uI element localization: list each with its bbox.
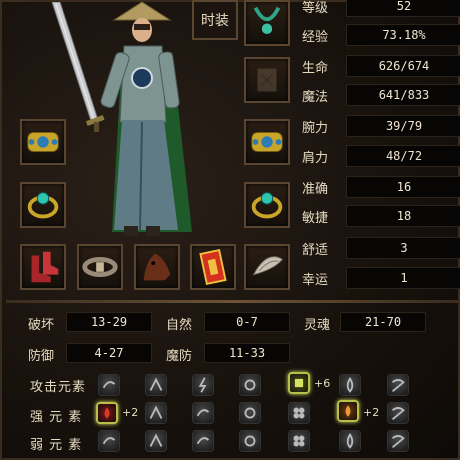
attr-label-magic-defense: 魔防 xyxy=(166,349,193,364)
stat-label: 等级 xyxy=(302,0,329,16)
slot-shell[interactable] xyxy=(244,244,290,290)
attack-element-bonus: +6 xyxy=(314,377,331,390)
earth-element-icon[interactable] xyxy=(337,400,359,422)
wind-element-icon[interactable] xyxy=(192,402,214,424)
attack-element-label: 攻击元素 xyxy=(30,380,87,395)
stat-label: 魔法 xyxy=(302,89,329,105)
stat-shoulder: 肩力 48/72 xyxy=(302,145,460,167)
character-portrait xyxy=(42,1,202,242)
attr-value-soul: 21-70 xyxy=(340,312,426,332)
slot-necklace[interactable] xyxy=(244,0,290,46)
stat-value: 3 xyxy=(346,237,460,259)
fire-element-icon[interactable] xyxy=(96,402,118,424)
strong-element-bonus-fire: +2 xyxy=(122,406,139,419)
water-element-icon[interactable] xyxy=(387,402,409,424)
clover-element-icon[interactable] xyxy=(288,430,310,452)
stat-experience: 经验 73.18% xyxy=(302,24,460,46)
stat-label: 生命 xyxy=(302,60,329,76)
stat-mana: 魔法 641/833 xyxy=(302,84,460,106)
weak-element-label: 弱 元 素 xyxy=(30,438,83,453)
water-element-icon[interactable] xyxy=(387,374,409,396)
stat-luck: 幸运 1 xyxy=(302,267,460,289)
attr-label-destroy: 破坏 xyxy=(28,318,55,333)
flame-element-icon[interactable] xyxy=(339,374,361,396)
stat-label: 腕力 xyxy=(302,120,329,136)
stat-label: 经验 xyxy=(302,29,329,45)
mountain-element-icon[interactable] xyxy=(145,374,167,396)
stat-label: 舒适 xyxy=(302,242,329,258)
attr-value-destroy: 13-29 xyxy=(66,312,152,332)
clover-element-icon[interactable] xyxy=(288,402,310,424)
slot-mount[interactable] xyxy=(134,244,180,290)
nature-element-icon[interactable] xyxy=(288,372,310,394)
stat-accuracy: 准确 16 xyxy=(302,176,460,198)
slot-boots[interactable] xyxy=(20,244,66,290)
strong-element-bonus-earth: +2 xyxy=(363,406,380,419)
wind-element-icon[interactable] xyxy=(192,430,214,452)
attr-label-nature: 自然 xyxy=(166,318,193,333)
mountain-element-icon[interactable] xyxy=(145,430,167,452)
stat-level: 等级 52 xyxy=(302,0,460,17)
attr-value-magic-defense: 11-33 xyxy=(204,343,290,363)
stat-comfort: 舒适 3 xyxy=(302,237,460,259)
stat-agility: 敏捷 18 xyxy=(302,205,460,227)
stat-value: 641/833 xyxy=(346,84,460,106)
slot-belt[interactable] xyxy=(77,244,123,290)
wind-element-icon[interactable] xyxy=(98,430,120,452)
stone-element-icon[interactable] xyxy=(239,402,261,424)
stat-wrist: 腕力 39/79 xyxy=(302,115,460,137)
stat-label: 敏捷 xyxy=(302,210,329,226)
stat-value: 18 xyxy=(346,205,460,227)
attr-label-defense: 防御 xyxy=(28,349,55,364)
slot-left-ring[interactable] xyxy=(20,182,66,228)
slot-right-bracelet[interactable] xyxy=(244,119,290,165)
stat-label: 肩力 xyxy=(302,150,329,166)
stat-value: 626/674 xyxy=(346,55,460,77)
section-divider xyxy=(6,300,458,303)
slot-right-ring[interactable] xyxy=(244,182,290,228)
slot-left-bracelet[interactable] xyxy=(20,119,66,165)
water-element-icon[interactable] xyxy=(387,430,409,452)
stat-label: 准确 xyxy=(302,181,329,197)
lightning-element-icon[interactable] xyxy=(192,374,214,396)
character-equipment-panel: 时装 等级 52 经验 73.18% 生命 626/674 魔法 641/833… xyxy=(0,0,460,460)
attr-value-nature: 0-7 xyxy=(204,312,290,332)
stat-value: 16 xyxy=(346,176,460,198)
slot-talisman[interactable] xyxy=(190,244,236,290)
wind-element-icon[interactable] xyxy=(98,374,120,396)
stat-value: 73.18% xyxy=(346,24,460,46)
attr-value-defense: 4-27 xyxy=(66,343,152,363)
stat-value: 52 xyxy=(346,0,460,17)
flame-element-icon[interactable] xyxy=(339,430,361,452)
stat-label: 幸运 xyxy=(302,272,329,288)
stat-life: 生命 626/674 xyxy=(302,55,460,77)
attr-label-soul: 灵魂 xyxy=(304,318,331,333)
stat-value: 39/79 xyxy=(346,115,460,137)
stat-value: 48/72 xyxy=(346,145,460,167)
slot-empty-scroll[interactable] xyxy=(244,57,290,103)
stone-element-icon[interactable] xyxy=(239,430,261,452)
stone-element-icon[interactable] xyxy=(239,374,261,396)
mountain-element-icon[interactable] xyxy=(145,402,167,424)
strong-element-label: 强 元 素 xyxy=(30,410,83,425)
stat-value: 1 xyxy=(346,267,460,289)
fashion-button[interactable]: 时装 xyxy=(192,0,238,40)
